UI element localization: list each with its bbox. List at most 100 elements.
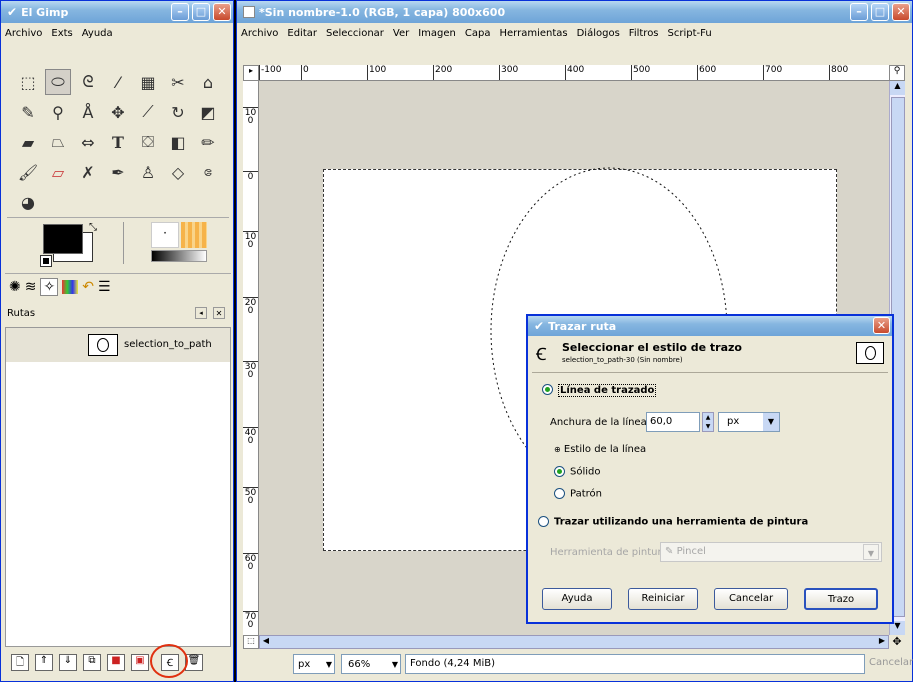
horizontal-scrollbar[interactable]: ◀ ▶ — [259, 635, 889, 649]
line-option[interactable]: Línea de trazado — [542, 383, 657, 397]
lasso-icon[interactable]: ᘓ — [75, 69, 101, 95]
scroll-up-icon[interactable]: ▲ — [890, 81, 905, 95]
bucket-fill-icon[interactable]: ⛋ — [135, 129, 161, 155]
maximize-icon[interactable]: □ — [192, 3, 210, 21]
magic-wand-icon[interactable]: ⁄ — [105, 69, 131, 95]
smudge-icon[interactable]: ဧ — [195, 159, 221, 185]
paint-option[interactable]: Trazar utilizando una herramienta de pin… — [538, 516, 808, 528]
list-item[interactable]: selection_to_path — [6, 328, 230, 362]
flip-icon[interactable]: ⇔ — [75, 129, 101, 155]
crop-icon[interactable]: ⟋ — [135, 99, 161, 125]
line-style-expander[interactable]: ⊕ Estilo de la línea — [554, 444, 646, 455]
blend-icon[interactable]: ◧ — [165, 129, 191, 155]
layers-tab-icon[interactable]: ☰ — [98, 279, 111, 295]
measure-icon[interactable]: Å — [75, 99, 101, 125]
minimize-icon[interactable]: – — [171, 3, 189, 21]
menu-archivo[interactable]: Archivo — [241, 28, 278, 39]
radio-line-icon[interactable] — [542, 384, 553, 395]
foreground-select-icon[interactable]: ⌂ — [195, 69, 221, 95]
default-colors-icon[interactable] — [40, 255, 52, 267]
paintbrush-icon[interactable]: 🖌 — [15, 159, 41, 185]
navigate-icon[interactable]: ⚲ — [889, 65, 905, 81]
new-path-icon[interactable]: 🗋 — [11, 654, 29, 671]
menu-seleccionar[interactable]: Seleccionar — [326, 28, 384, 39]
radio-solid-icon[interactable] — [554, 466, 565, 477]
width-spinner-icon[interactable]: ▲ ▼ — [702, 412, 714, 432]
pattern-option[interactable]: Patrón — [554, 488, 602, 500]
pan-icon[interactable]: ✥ — [889, 635, 905, 649]
duplicate-path-icon[interactable]: ⧉ — [83, 654, 101, 671]
perspective-icon[interactable]: ⏢ — [45, 129, 71, 155]
scale-icon[interactable]: ◩ — [195, 99, 221, 125]
paths-tool-icon[interactable]: ✎ — [15, 99, 41, 125]
close-icon[interactable]: ✕ — [892, 3, 910, 21]
lower-path-icon[interactable]: ⇓ — [59, 654, 77, 671]
brush-preview[interactable]: · — [151, 222, 179, 248]
scissors-icon[interactable]: ✂ — [165, 69, 191, 95]
rotate-icon[interactable]: ↻ — [165, 99, 191, 125]
pencil-icon[interactable]: ✏ — [195, 129, 221, 155]
cancel-button[interactable]: Cancelar — [714, 588, 788, 610]
menu-script-fu[interactable]: Script-Fu — [668, 28, 712, 39]
ruler-vertical[interactable]: 100 0 100 200 300 400 500 600 700 — [243, 81, 259, 635]
scroll-left-icon[interactable]: ◀ — [260, 636, 272, 648]
dock-menu-icon[interactable]: ◂ — [195, 307, 207, 319]
selection-to-path-icon[interactable]: ▣ — [131, 654, 149, 671]
foreground-color-swatch[interactable] — [43, 224, 83, 254]
rect-select-icon[interactable]: ⬚ — [15, 69, 41, 95]
scroll-right-icon[interactable]: ▶ — [876, 636, 888, 648]
shear-icon[interactable]: ▰ — [15, 129, 41, 155]
dialog-titlebar[interactable]: ✔ Trazar ruta ✕ — [528, 316, 892, 336]
menu-filtros[interactable]: Filtros — [629, 28, 659, 39]
zoom-icon[interactable]: ⚲ — [45, 99, 71, 125]
eraser-icon[interactable]: ▱ — [45, 159, 71, 185]
pattern-preview[interactable] — [181, 222, 207, 248]
ruler-horizontal[interactable]: -100 0 100 200 300 400 500 600 700 800 — [259, 65, 889, 81]
paths-tab-icon[interactable]: ✧ — [40, 277, 59, 296]
menu-ayuda[interactable]: Ayuda — [82, 28, 113, 39]
toolbox-titlebar[interactable]: ✔ El Gimp – □ ✕ — [1, 1, 233, 23]
help-button[interactable]: Ayuda — [542, 588, 612, 610]
solid-option[interactable]: Sólido — [554, 466, 601, 478]
reset-button[interactable]: Reiniciar — [628, 588, 698, 610]
radio-pattern-icon[interactable] — [554, 488, 565, 499]
color-select-icon[interactable]: ▦ — [135, 69, 161, 95]
maximize-icon[interactable]: □ — [871, 3, 889, 21]
text-tool-icon[interactable]: T — [105, 129, 131, 155]
undo-tab-icon[interactable]: ↶ — [82, 279, 94, 295]
quick-mask-icon[interactable]: ⬚ — [243, 635, 259, 649]
unit-select[interactable]: px ▼ — [293, 654, 335, 674]
blur-icon[interactable]: ◇ — [165, 159, 191, 185]
menu-herramientas[interactable]: Herramientas — [499, 28, 567, 39]
path-to-selection-icon[interactable]: ■ — [107, 654, 125, 671]
swap-colors-icon[interactable]: ⤡ — [89, 222, 97, 233]
menu-ver[interactable]: Ver — [393, 28, 409, 39]
unit-select[interactable]: px ▼ — [718, 412, 780, 432]
gradient-preview[interactable] — [151, 250, 207, 262]
close-icon[interactable]: ✕ — [213, 3, 231, 21]
paint-tool-select[interactable]: ✎ Pincel ▼ — [660, 542, 882, 562]
menu-imagen[interactable]: Imagen — [418, 28, 456, 39]
menu-archivo[interactable]: Archivo — [5, 28, 42, 39]
menu-exts[interactable]: Exts — [51, 28, 72, 39]
ruler-corner[interactable]: ▸ — [243, 65, 259, 81]
menu-capa[interactable]: Capa — [465, 28, 491, 39]
width-field[interactable]: 60,0 — [646, 412, 700, 432]
move-icon[interactable]: ✥ — [105, 99, 131, 125]
ink-icon[interactable]: ✒ — [105, 159, 131, 185]
radio-paint-icon[interactable] — [538, 516, 549, 527]
raise-path-icon[interactable]: ⇑ — [35, 654, 53, 671]
stroke-button[interactable]: Trazo — [804, 588, 878, 610]
menu-dialogos[interactable]: Diálogos — [577, 28, 620, 39]
cancel-status-button[interactable]: Cancelar — [869, 654, 913, 674]
minimize-icon[interactable]: – — [850, 3, 868, 21]
pattern-tab-icon[interactable]: ≋ — [25, 279, 37, 295]
dodge-burn-icon[interactable]: ◕ — [15, 189, 41, 215]
image-titlebar[interactable]: *Sin nombre-1.0 (RGB, 1 capa) 800x600 – … — [237, 1, 912, 23]
zoom-select[interactable]: 66% ▼ — [341, 654, 401, 674]
dock-close-icon[interactable]: ✕ — [213, 307, 225, 319]
palette-tab-icon[interactable] — [62, 279, 79, 294]
clone-icon[interactable]: ♙ — [135, 159, 161, 185]
menu-editar[interactable]: Editar — [287, 28, 317, 39]
close-icon[interactable]: ✕ — [873, 317, 890, 334]
